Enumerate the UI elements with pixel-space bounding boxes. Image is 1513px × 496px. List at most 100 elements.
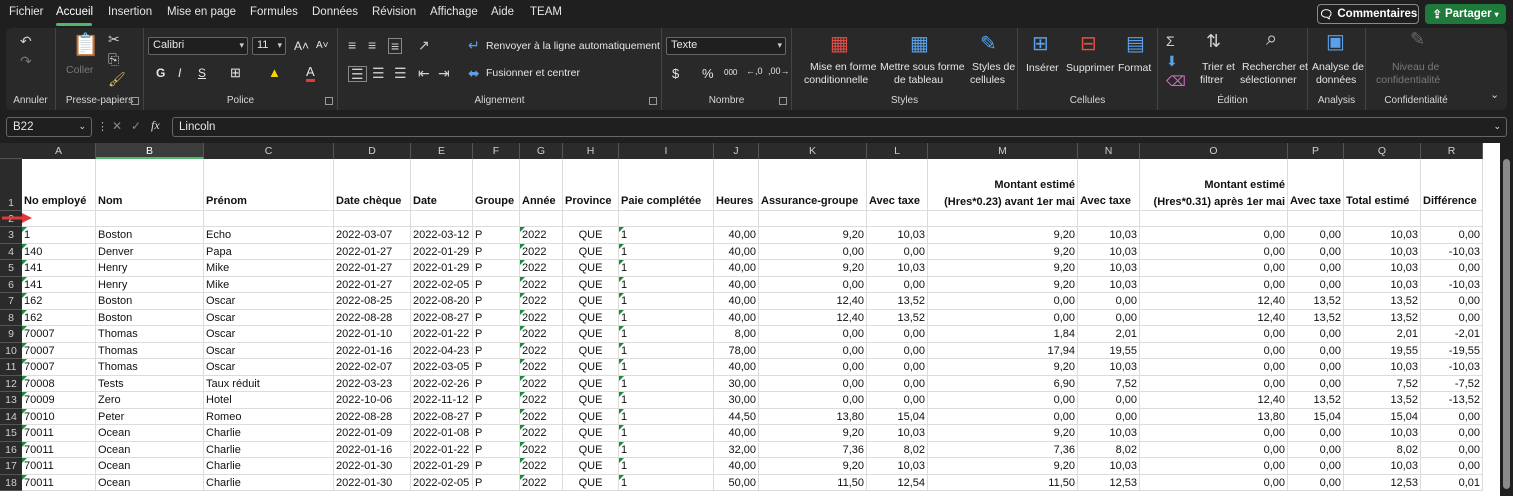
table-cell[interactable]: 1 <box>619 442 714 458</box>
table-cell[interactable]: 0,00 <box>759 376 867 392</box>
table-cell[interactable]: 70007 <box>22 343 96 359</box>
column-header-p[interactable]: P <box>1288 143 1344 159</box>
align-center-icon[interactable]: ☰ <box>372 66 385 80</box>
header-cell[interactable]: Total estimé <box>1344 159 1421 211</box>
table-cell[interactable]: 2022 <box>520 326 563 343</box>
sort-line2[interactable]: filtrer <box>1200 74 1223 86</box>
table-cell[interactable]: QUE <box>563 475 619 491</box>
format-table-line1[interactable]: Mettre sous forme <box>880 61 965 73</box>
table-cell[interactable]: 2022 <box>520 244 563 260</box>
table-cell[interactable]: 10,03 <box>867 458 928 475</box>
fill-color-icon[interactable]: ▲ <box>268 65 281 80</box>
table-cell[interactable]: 2022 <box>520 343 563 359</box>
table-cell[interactable]: 1 <box>619 425 714 442</box>
delete-button[interactable]: Supprimer <box>1066 62 1114 74</box>
menu-fichier[interactable]: Fichier <box>9 6 44 18</box>
table-cell[interactable]: Oscar <box>204 310 334 326</box>
row-header[interactable]: 6 <box>0 277 22 293</box>
table-cell[interactable]: 70011 <box>22 442 96 458</box>
table-cell[interactable]: 2022-10-06 <box>334 392 411 409</box>
table-cell[interactable]: QUE <box>563 343 619 359</box>
table-cell[interactable]: 0,00 <box>1421 425 1483 442</box>
table-cell[interactable]: P <box>473 293 520 310</box>
table-cell[interactable]: -10,03 <box>1421 359 1483 376</box>
empty-cell[interactable] <box>473 211 520 227</box>
table-cell[interactable]: 1 <box>619 227 714 244</box>
table-cell[interactable]: Charlie <box>204 442 334 458</box>
table-cell[interactable]: 0,00 <box>1140 244 1288 260</box>
table-cell[interactable]: Tests <box>96 376 204 392</box>
table-cell[interactable]: Taux réduit <box>204 376 334 392</box>
table-cell[interactable]: Oscar <box>204 359 334 376</box>
table-cell[interactable]: 0,00 <box>867 376 928 392</box>
cell-styles-line2[interactable]: cellules <box>970 74 1005 86</box>
format-painter-icon[interactable]: 🖌 <box>108 72 126 86</box>
empty-cell[interactable] <box>1078 211 1140 227</box>
column-header-q[interactable]: Q <box>1344 143 1421 159</box>
table-cell[interactable]: Charlie <box>204 475 334 491</box>
header-cell[interactable]: Année <box>520 159 563 211</box>
table-cell[interactable]: Charlie <box>204 425 334 442</box>
table-cell[interactable]: 9,20 <box>759 260 867 277</box>
table-cell[interactable]: 2022-01-08 <box>411 425 473 442</box>
table-cell[interactable]: 0,00 <box>867 244 928 260</box>
table-cell[interactable]: 13,52 <box>1344 310 1421 326</box>
table-cell[interactable]: 2022-02-05 <box>411 277 473 293</box>
borders-icon[interactable]: ⊞ <box>230 65 241 81</box>
table-cell[interactable]: 2022-08-25 <box>334 293 411 310</box>
table-cell[interactable]: Henry <box>96 277 204 293</box>
table-cell[interactable]: 10,03 <box>867 425 928 442</box>
table-cell[interactable]: 9,20 <box>928 425 1078 442</box>
align-bottom-icon[interactable]: ≡ <box>388 38 403 54</box>
table-cell[interactable]: 2022-01-29 <box>411 260 473 277</box>
select-all-corner[interactable] <box>0 143 22 159</box>
table-cell[interactable]: Ocean <box>96 425 204 442</box>
table-cell[interactable]: 2022-01-27 <box>334 244 411 260</box>
menu-insertion[interactable]: Insertion <box>108 6 152 18</box>
table-cell[interactable]: Boston <box>96 227 204 244</box>
table-cell[interactable]: 0,00 <box>1288 359 1344 376</box>
table-cell[interactable]: 2022-01-16 <box>334 343 411 359</box>
table-cell[interactable]: P <box>473 425 520 442</box>
table-cell[interactable]: -10,03 <box>1421 244 1483 260</box>
table-cell[interactable]: 0,00 <box>759 343 867 359</box>
column-header-a[interactable]: A <box>22 143 96 159</box>
table-cell[interactable]: 0,00 <box>1140 425 1288 442</box>
table-cell[interactable]: 2022-08-27 <box>411 409 473 425</box>
find-line2[interactable]: sélectionner <box>1240 74 1297 86</box>
scrollbar-thumb[interactable] <box>1503 159 1510 489</box>
row-header[interactable]: 11 <box>0 359 22 376</box>
table-cell[interactable]: 0,00 <box>759 244 867 260</box>
table-cell[interactable]: 0,00 <box>928 293 1078 310</box>
table-cell[interactable]: 0,00 <box>1288 475 1344 491</box>
table-cell[interactable]: 9,20 <box>759 425 867 442</box>
table-cell[interactable]: 9,20 <box>928 227 1078 244</box>
table-cell[interactable]: 0,00 <box>759 326 867 343</box>
table-cell[interactable]: 13,52 <box>867 310 928 326</box>
empty-cell[interactable] <box>1344 211 1421 227</box>
header-cell[interactable]: Prénom <box>204 159 334 211</box>
column-header-d[interactable]: D <box>334 143 411 159</box>
table-cell[interactable]: P <box>473 227 520 244</box>
table-cell[interactable]: Hotel <box>204 392 334 409</box>
table-cell[interactable]: 10,03 <box>1344 277 1421 293</box>
table-cell[interactable]: 44,50 <box>714 409 759 425</box>
table-cell[interactable]: 40,00 <box>714 244 759 260</box>
table-cell[interactable]: 2022 <box>520 409 563 425</box>
header-cell[interactable]: Montant estimé (Hres*0.31) après 1er mai <box>1140 159 1288 211</box>
sensitivity-line1[interactable]: Niveau de <box>1392 61 1439 73</box>
table-cell[interactable]: 2022-01-10 <box>334 326 411 343</box>
table-cell[interactable]: 2022-03-23 <box>334 376 411 392</box>
row-header[interactable]: 13 <box>0 392 22 409</box>
table-cell[interactable]: 0,00 <box>867 326 928 343</box>
table-cell[interactable]: 2022-01-30 <box>334 475 411 491</box>
table-cell[interactable]: 19,55 <box>1078 343 1140 359</box>
table-cell[interactable]: QUE <box>563 425 619 442</box>
table-cell[interactable]: 70011 <box>22 425 96 442</box>
table-cell[interactable]: 0,00 <box>1140 458 1288 475</box>
table-cell[interactable]: 9,20 <box>928 244 1078 260</box>
table-cell[interactable]: 2022-02-26 <box>411 376 473 392</box>
autosum-icon[interactable]: Σ <box>1166 34 1175 48</box>
table-cell[interactable]: 11,50 <box>759 475 867 491</box>
table-cell[interactable]: 70011 <box>22 458 96 475</box>
